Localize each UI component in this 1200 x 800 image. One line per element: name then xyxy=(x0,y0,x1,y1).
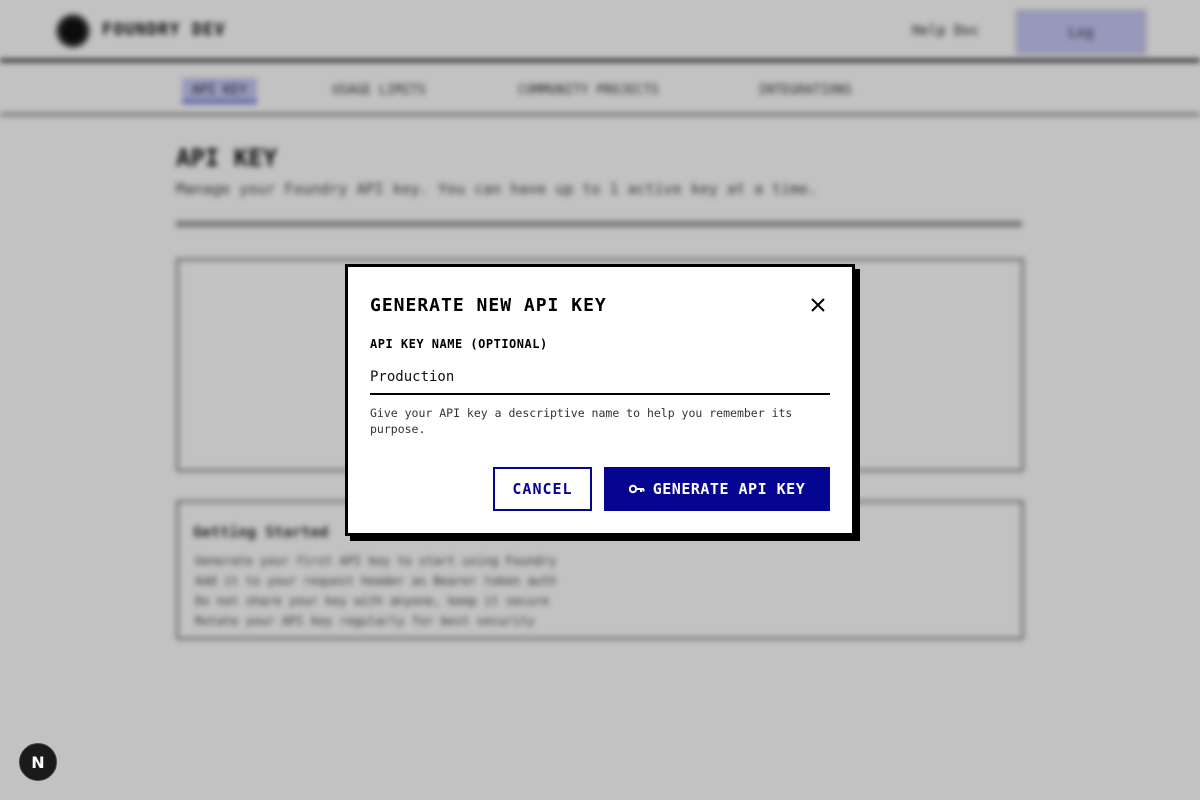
next-badge[interactable]: N xyxy=(19,743,57,781)
generate-api-key-button[interactable]: GENERATE API KEY xyxy=(604,467,830,511)
generate-button-label: GENERATE API KEY xyxy=(652,480,806,498)
api-key-name-input[interactable] xyxy=(370,361,830,395)
close-icon xyxy=(811,298,825,312)
close-button[interactable] xyxy=(806,293,830,317)
input-hint: Give your API key a descriptive name to … xyxy=(370,406,793,436)
api-key-name-label: API KEY NAME (OPTIONAL) xyxy=(370,337,548,351)
key-icon xyxy=(628,484,645,494)
dialog-title: GENERATE NEW API KEY xyxy=(370,295,607,316)
cancel-button[interactable]: CANCEL xyxy=(493,467,592,511)
generate-api-key-dialog: GENERATE NEW API KEY API KEY NAME (OPTIO… xyxy=(345,264,855,536)
